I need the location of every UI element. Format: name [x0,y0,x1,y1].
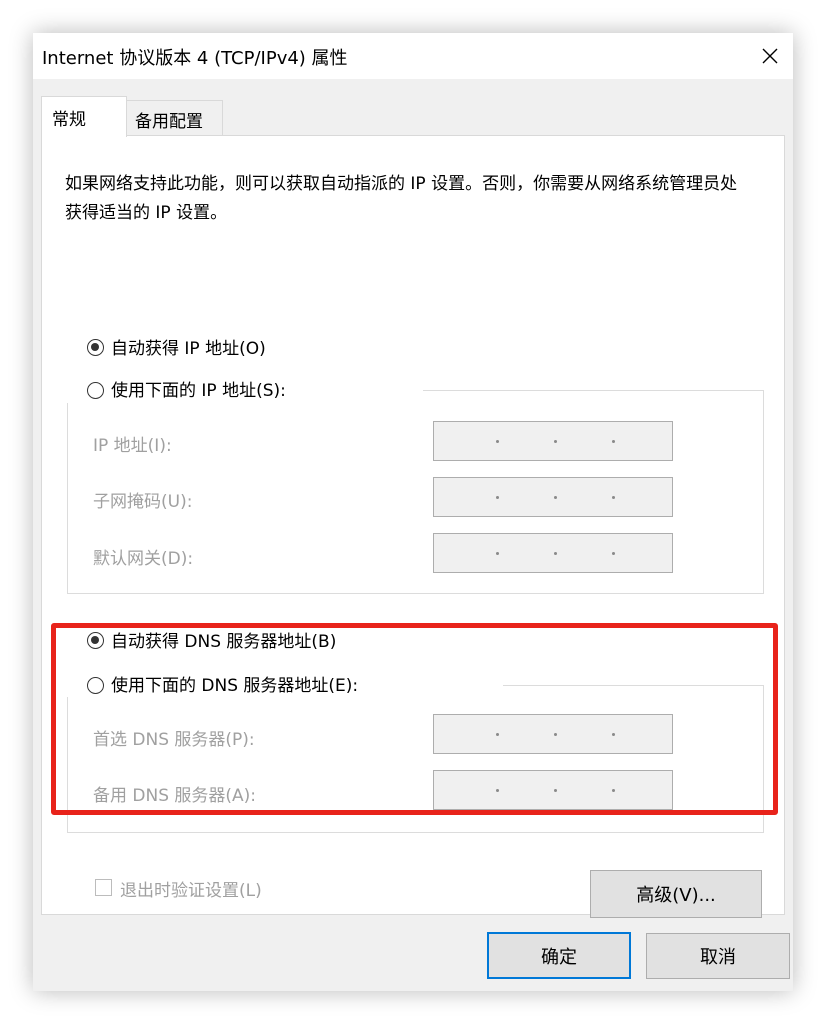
dns-manual-label: 使用下面的 DNS 服务器地址(E): [111,676,359,696]
validate-checkbox[interactable] [95,879,112,896]
preferred-dns-input[interactable] [433,714,673,754]
close-button[interactable] [747,33,793,79]
window-title: Internet 协议版本 4 (TCP/IPv4) 属性 [42,48,348,69]
dns-manual-group [67,685,764,833]
close-icon [762,48,778,64]
tab-alternate-config[interactable]: 备用配置 [125,100,223,137]
ip-auto-label: 自动获得 IP 地址(O) [111,339,266,359]
preferred-dns-label: 首选 DNS 服务器(P): [93,730,255,750]
tab-alternate-config-label: 备用配置 [135,112,203,132]
ip-address-label: IP 地址(I): [93,436,172,456]
subnet-mask-input[interactable] [433,477,673,517]
intro-text: 如果网络支持此功能，则可以获取自动指派的 IP 设置。否则，你需要从网络系统管理… [65,174,738,223]
cancel-button[interactable]: 取消 [646,933,790,979]
ip-manual-radio[interactable] [87,382,104,399]
general-panel: 如果网络支持此功能，则可以获取自动指派的 IP 设置。否则，你需要从网络系统管理… [41,135,785,918]
tab-general[interactable]: 常规 [41,96,127,137]
advanced-button[interactable]: 高级(V)... [590,870,762,918]
title-bar: Internet 协议版本 4 (TCP/IPv4) 属性 [33,33,793,79]
dns-auto-radio[interactable] [87,632,104,649]
subnet-mask-label: 子网掩码(U): [93,492,193,512]
dns-auto-label: 自动获得 DNS 服务器地址(B) [111,632,337,652]
tab-general-label: 常规 [52,110,86,130]
alternate-dns-label: 备用 DNS 服务器(A): [93,786,257,806]
validate-label: 退出时验证设置(L) [120,881,262,901]
ip-auto-radio[interactable] [87,339,104,356]
tcpip-properties-dialog: Internet 协议版本 4 (TCP/IPv4) 属性 常规 备用配置 如果… [33,33,793,991]
ok-button[interactable]: 确定 [487,932,631,979]
ip-address-input[interactable] [433,421,673,461]
dns-manual-radio[interactable] [87,677,104,694]
ip-manual-label: 使用下面的 IP 地址(S): [111,381,286,401]
default-gateway-input[interactable] [433,533,673,573]
alternate-dns-input[interactable] [433,770,673,810]
default-gateway-label: 默认网关(D): [93,549,194,569]
